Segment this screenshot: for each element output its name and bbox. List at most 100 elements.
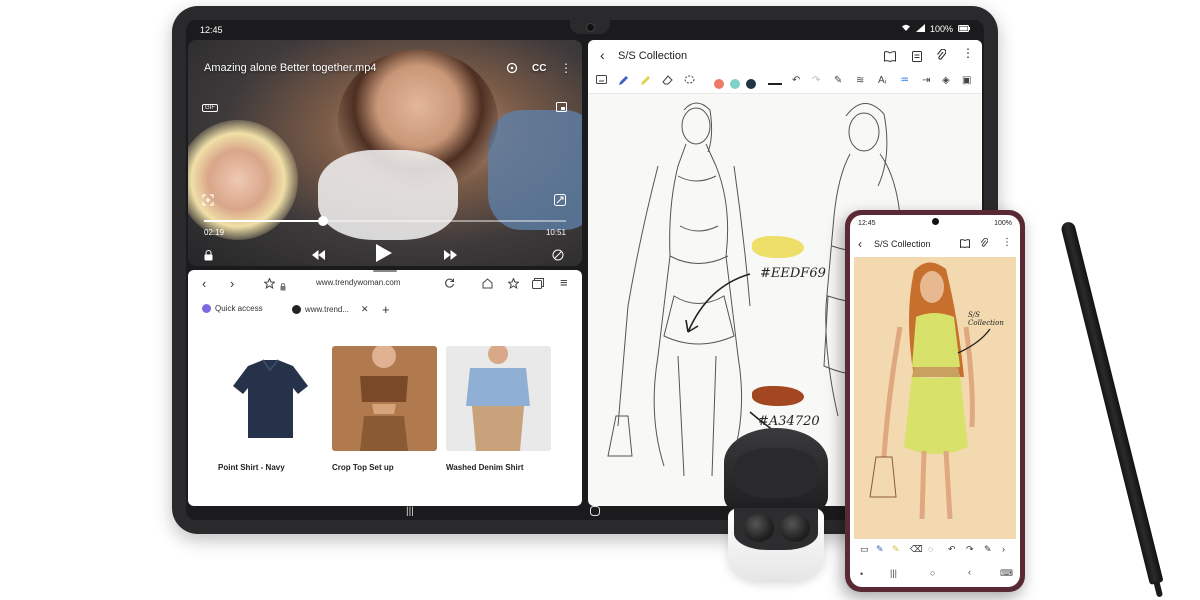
pen-dot-icon: •	[860, 569, 864, 579]
new-tab-icon[interactable]: +	[382, 302, 390, 317]
color-annotation: #A34720	[758, 414, 820, 429]
home-button-icon[interactable]	[590, 506, 600, 519]
keyboard-icon[interactable]	[596, 75, 607, 87]
video-progress-knob[interactable]	[318, 216, 329, 226]
eraser-icon[interactable]	[662, 75, 673, 88]
color-swatch-coral[interactable]	[714, 79, 724, 89]
forward-icon[interactable]: ›	[230, 276, 234, 291]
more-options-icon[interactable]: ⋮	[1002, 237, 1012, 248]
back-icon[interactable]: ‹	[202, 276, 206, 291]
lasso-icon[interactable]: ◌	[928, 544, 933, 554]
video-frame-girl-face	[188, 120, 298, 240]
play-icon[interactable]	[376, 244, 392, 265]
menu-icon[interactable]: ≡	[560, 275, 568, 290]
home-icon[interactable]	[482, 277, 493, 292]
more-tools-icon[interactable]: ›	[1002, 544, 1005, 554]
keyboard-icon[interactable]: ▭	[860, 544, 869, 555]
captions-button[interactable]: CC	[532, 63, 546, 74]
image-icon[interactable]: ▣	[962, 75, 971, 86]
phone-device: 12:45 100% ‹ S/S Collection ⋮ S/S Collec…	[845, 210, 1025, 592]
video-progress-fill	[204, 220, 324, 222]
product-card[interactable]: Crop Top Set up	[332, 346, 437, 472]
signal-icon	[915, 24, 925, 34]
product-image[interactable]	[218, 346, 323, 451]
product-name: Point Shirt - Navy	[218, 463, 285, 472]
product-image[interactable]	[332, 346, 437, 451]
back-nav-icon[interactable]: ‹	[968, 567, 971, 577]
undo-icon[interactable]: ↶	[792, 75, 800, 86]
phone-screen: 12:45 100% ‹ S/S Collection ⋮ S/S Collec…	[850, 215, 1020, 587]
undo-icon[interactable]: ↶	[948, 544, 956, 555]
book-view-icon[interactable]	[960, 239, 970, 250]
gif-button[interactable]: GIF	[202, 104, 218, 112]
stroke-width-icon[interactable]	[768, 83, 782, 85]
color-swatch-navy[interactable]	[746, 79, 756, 89]
book-view-icon[interactable]	[884, 49, 896, 67]
phone-sketch-canvas[interactable]: S/S Collection	[854, 257, 1016, 539]
split-handle[interactable]	[373, 270, 397, 272]
lock-icon[interactable]	[204, 250, 213, 264]
close-tab-icon[interactable]: ✕	[361, 304, 369, 315]
more-options-icon[interactable]: ⋮	[962, 46, 974, 60]
notes-header: ‹ S/S Collection ⋮	[588, 40, 982, 70]
back-icon[interactable]: ‹	[858, 237, 862, 251]
battery-icon	[958, 24, 970, 34]
text-tool-icon[interactable]: Aᵢ	[878, 75, 886, 86]
skip-back-icon[interactable]	[312, 250, 325, 263]
attach-icon[interactable]	[936, 48, 947, 66]
tab-trendywoman[interactable]: www.trend... ✕	[292, 304, 369, 315]
recent-apps-icon[interactable]: |||	[890, 568, 897, 578]
tabs-icon[interactable]	[532, 277, 544, 292]
note-title: S/S Collection	[618, 50, 688, 62]
phone-status-bar: 12:45 100%	[850, 215, 1020, 231]
video-player-pane[interactable]: Amazing alone Better together.mp4 CC ⋮ G…	[188, 40, 582, 266]
product-card[interactable]: Washed Denim Shirt	[446, 346, 551, 472]
video-duration: 10:51	[545, 228, 566, 237]
tab-quick-access[interactable]: Quick access	[202, 304, 263, 313]
front-camera	[932, 218, 939, 225]
bookmark-star-icon[interactable]	[263, 277, 276, 292]
pen-icon[interactable]	[618, 75, 629, 89]
page-view-icon[interactable]	[912, 49, 922, 67]
insert-text-icon[interactable]: ⇥	[922, 75, 930, 86]
back-icon[interactable]: ‹	[600, 47, 605, 63]
keyboard-toggle-icon[interactable]: ⌨	[1000, 568, 1013, 579]
redo-icon[interactable]: ↷	[966, 544, 974, 555]
phone-navigation-bar: • ||| ○ ‹ ⌨	[850, 565, 1020, 583]
pen-settings-icon[interactable]: ✎	[984, 544, 992, 555]
quick-access-icon	[202, 304, 211, 313]
pen-mode-icon[interactable]: ♒	[900, 75, 909, 86]
tablet-status-bar: 12:45 100%	[186, 20, 984, 40]
product-image[interactable]	[446, 346, 551, 451]
home-button-icon[interactable]: ○	[930, 568, 935, 578]
pen-icon[interactable]: ✎	[876, 544, 884, 555]
attach-icon[interactable]	[980, 237, 989, 250]
shape-icon[interactable]: ◈	[942, 75, 950, 86]
more-options-icon[interactable]: ⋮	[560, 61, 572, 75]
reload-icon[interactable]	[444, 277, 455, 292]
s-pen-stylus	[1060, 220, 1164, 585]
rotate-screen-icon[interactable]	[552, 249, 564, 264]
eraser-icon[interactable]: ⌫	[910, 544, 923, 555]
browser-tabs: Quick access www.trend... ✕ +	[188, 300, 582, 320]
handwriting-icon[interactable]: ≋	[856, 75, 864, 86]
color-swatch-teal[interactable]	[730, 79, 740, 89]
highlighter-icon[interactable]: ✎	[892, 544, 900, 555]
screenshot-icon[interactable]	[202, 194, 214, 209]
redo-icon[interactable]: ↷	[812, 75, 820, 86]
lasso-icon[interactable]	[684, 75, 695, 88]
popup-play-icon[interactable]	[556, 102, 567, 115]
rotate-icon[interactable]	[506, 62, 518, 77]
pen-settings-icon[interactable]: ✎	[834, 75, 842, 86]
battery-level: 100%	[929, 24, 953, 34]
earbuds-slot	[734, 508, 818, 550]
fullscreen-icon[interactable]	[554, 194, 566, 209]
phone-notes-header: ‹ S/S Collection ⋮	[850, 233, 1020, 255]
recent-apps-icon[interactable]: |||	[406, 506, 414, 517]
skip-forward-icon[interactable]	[444, 250, 457, 263]
bookmarks-icon[interactable]	[507, 277, 520, 292]
address-bar-url[interactable]: www.trendywoman.com	[316, 278, 400, 287]
product-card[interactable]: Point Shirt - Navy	[218, 346, 323, 472]
highlighter-icon[interactable]	[640, 75, 651, 89]
video-progress-bar[interactable]	[204, 216, 566, 226]
